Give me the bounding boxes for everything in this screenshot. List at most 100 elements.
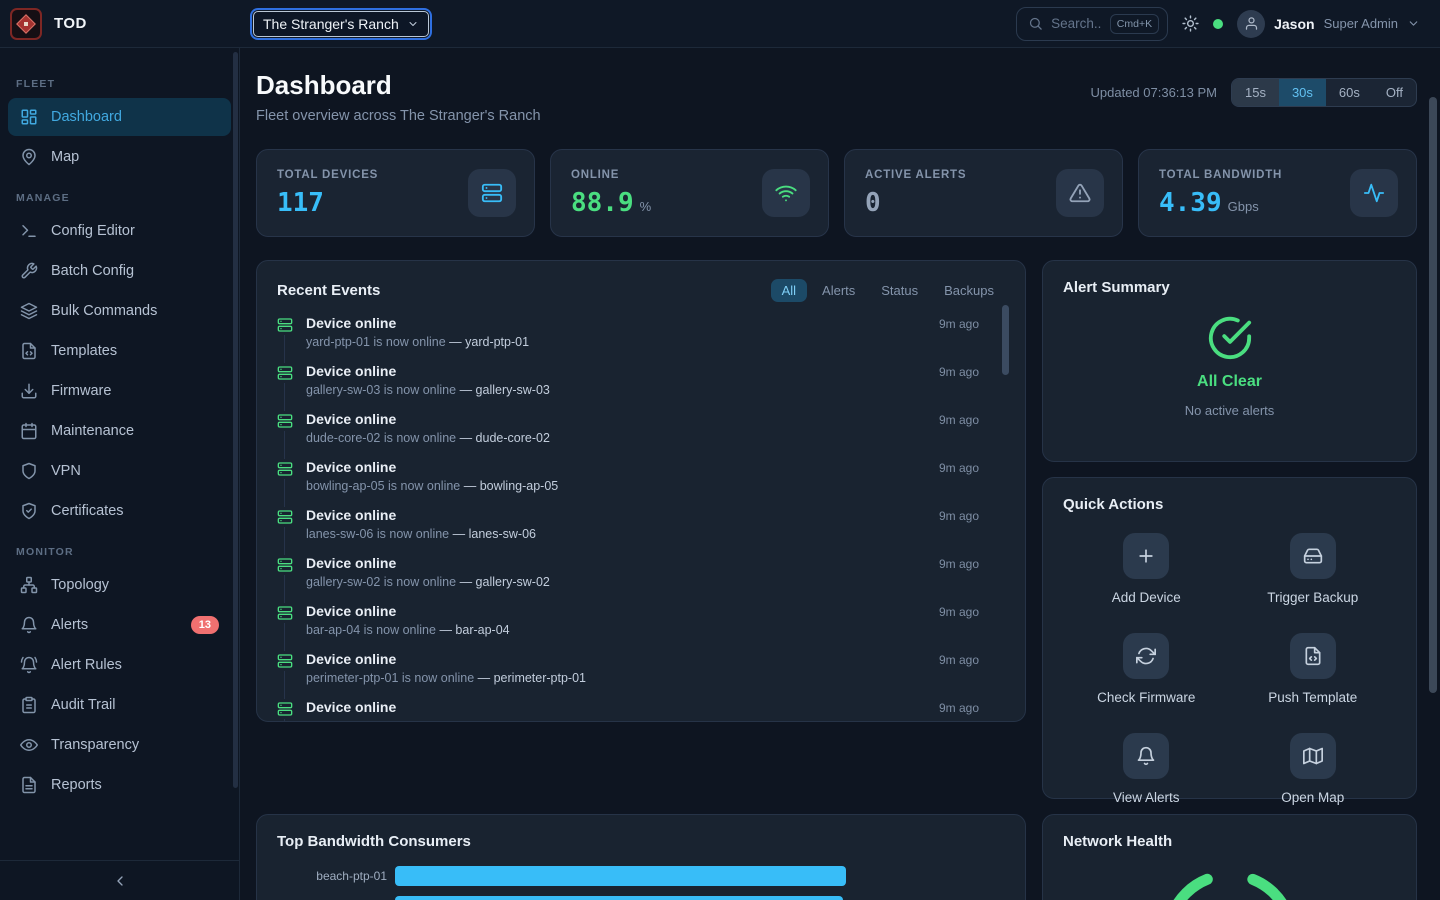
event-detail-text: yard-ptp-01 is now online xyxy=(306,335,446,349)
eye-icon xyxy=(20,736,38,754)
server-icon xyxy=(277,603,293,623)
bandwidth-bar xyxy=(395,866,846,886)
activity-icon xyxy=(1350,169,1398,217)
sidebar-item-alert-rules[interactable]: Alert Rules xyxy=(8,646,231,684)
refresh-option-off[interactable]: Off xyxy=(1373,79,1416,106)
updated-timestamp: Updated 07:36:13 PM xyxy=(1091,85,1217,100)
avatar xyxy=(1237,10,1265,38)
quick-action-view-alerts[interactable]: View Alerts xyxy=(1113,733,1180,805)
alert-triangle-icon xyxy=(1056,169,1104,217)
quick-action-trigger-backup[interactable]: Trigger Backup xyxy=(1267,533,1358,605)
wifi-icon xyxy=(762,169,810,217)
events-scrollbar[interactable] xyxy=(1002,305,1009,375)
event-detail-ref: — lanes-sw-06 xyxy=(453,527,536,541)
event-time: 9m ago xyxy=(939,557,1005,571)
sidebar-item-label: Templates xyxy=(51,343,117,359)
tab-backups[interactable]: Backups xyxy=(933,279,1005,302)
event-detail-ref: — perimeter-ptp-01 xyxy=(478,671,586,685)
search-placeholder: Search... xyxy=(1051,16,1102,31)
sun-icon xyxy=(1182,15,1199,32)
sidebar-section-label: MANAGE xyxy=(0,192,239,204)
event-detail-text: bowling-ap-05 is now online xyxy=(306,479,460,493)
sidebar-item-map[interactable]: Map xyxy=(8,138,231,176)
bandwidth-consumers-panel: Top Bandwidth Consumers beach-ptp-01bar-… xyxy=(256,814,1026,900)
quick-action-push-template[interactable]: Push Template xyxy=(1268,633,1357,705)
sidebar-item-label: Transparency xyxy=(51,737,139,753)
org-selector-value: The Stranger's Ranch xyxy=(263,16,399,32)
event-time: 9m ago xyxy=(939,653,1005,667)
page-header: Dashboard Fleet overview across The Stra… xyxy=(256,70,1417,124)
main-scrollbar[interactable] xyxy=(1429,97,1437,693)
file-text-icon xyxy=(20,776,38,794)
sidebar-collapse-button[interactable] xyxy=(0,860,239,900)
search-icon xyxy=(1028,16,1043,31)
stats-grid: TOTAL DEVICES117ONLINE88.9%ACTIVE ALERTS… xyxy=(256,149,1417,237)
search-input[interactable]: Search... Cmd+K xyxy=(1016,7,1168,41)
sidebar-item-label: VPN xyxy=(51,463,81,479)
sidebar-item-label: Firmware xyxy=(51,383,111,399)
event-detail-text: dude-core-02 is now online xyxy=(306,431,456,445)
calendar-icon xyxy=(20,422,38,440)
event-time: 9m ago xyxy=(939,365,1005,379)
quick-action-check-firmware[interactable]: Check Firmware xyxy=(1097,633,1195,705)
event-title: Device online xyxy=(306,603,396,619)
event-time: 9m ago xyxy=(939,701,1005,715)
event-detail-ref: — gallery-sw-03 xyxy=(460,383,550,397)
sidebar-scrollbar[interactable] xyxy=(233,52,238,788)
org-selector-dropdown[interactable]: The Stranger's Ranch xyxy=(253,11,429,37)
sidebar-item-config-editor[interactable]: Config Editor xyxy=(8,212,231,250)
event-detail: bar-ap-04 is now online — bar-ap-04 xyxy=(306,623,1005,637)
stat-value: 117 xyxy=(277,188,324,218)
sidebar-item-reports[interactable]: Reports xyxy=(8,766,231,804)
bandwidth-bar-label: beach-ptp-01 xyxy=(277,869,387,883)
quick-actions-title: Quick Actions xyxy=(1063,496,1163,513)
event-detail-text: gallery-sw-03 is now online xyxy=(306,383,456,397)
quick-action-open-map[interactable]: Open Map xyxy=(1281,733,1344,805)
recent-events-panel: Recent Events AllAlertsStatusBackups Dev… xyxy=(256,260,1026,722)
alert-status-text: All Clear xyxy=(1197,373,1262,391)
quick-action-label: Trigger Backup xyxy=(1267,590,1358,605)
sidebar-item-label: Alerts xyxy=(51,617,88,633)
sidebar-item-batch-config[interactable]: Batch Config xyxy=(8,252,231,290)
event-detail-ref: — yard-ptp-01 xyxy=(449,335,529,349)
page-subtitle: Fleet overview across The Stranger's Ran… xyxy=(256,108,541,124)
sidebar-item-label: Bulk Commands xyxy=(51,303,157,319)
user-menu[interactable]: Jason Super Admin xyxy=(1237,10,1420,38)
theme-toggle-button[interactable] xyxy=(1182,15,1199,32)
network-health-panel: Network Health 88 xyxy=(1042,814,1417,900)
server-icon xyxy=(277,555,293,575)
server-icon xyxy=(277,411,293,431)
tab-status[interactable]: Status xyxy=(870,279,929,302)
refresh-option-30s[interactable]: 30s xyxy=(1279,79,1326,106)
sidebar-item-firmware[interactable]: Firmware xyxy=(8,372,231,410)
sidebar-item-templates[interactable]: Templates xyxy=(8,332,231,370)
alerts-count-badge: 13 xyxy=(191,616,219,634)
sidebar-item-topology[interactable]: Topology xyxy=(8,566,231,604)
quick-action-add-device[interactable]: Add Device xyxy=(1112,533,1181,605)
sidebar-item-maintenance[interactable]: Maintenance xyxy=(8,412,231,450)
map-pin-icon xyxy=(20,148,38,166)
brand: TOD xyxy=(0,8,240,40)
sidebar-item-vpn[interactable]: VPN xyxy=(8,452,231,490)
sidebar-item-dashboard[interactable]: Dashboard xyxy=(8,98,231,136)
sidebar-item-bulk-commands[interactable]: Bulk Commands xyxy=(8,292,231,330)
tab-all[interactable]: All xyxy=(771,279,807,302)
bell-icon xyxy=(20,616,38,634)
event-time: 9m ago xyxy=(939,461,1005,475)
sidebar-item-audit-trail[interactable]: Audit Trail xyxy=(8,686,231,724)
shield-check-icon xyxy=(20,502,38,520)
quick-action-label: View Alerts xyxy=(1113,790,1180,805)
tab-alerts[interactable]: Alerts xyxy=(811,279,866,302)
refresh-option-15s[interactable]: 15s xyxy=(1232,79,1279,106)
sidebar-item-alerts[interactable]: Alerts 13 xyxy=(8,606,231,644)
event-list: Device online 9m ago yard-ptp-01 is now on… xyxy=(277,315,1005,722)
chevron-left-icon xyxy=(112,873,128,889)
sidebar-item-transparency[interactable]: Transparency xyxy=(8,726,231,764)
event-detail-text: lanes-sw-06 is now online xyxy=(306,527,449,541)
refresh-option-60s[interactable]: 60s xyxy=(1326,79,1373,106)
event-title: Device online xyxy=(306,459,396,475)
sidebar-section-label: MONITOR xyxy=(0,546,239,558)
sidebar-item-certificates[interactable]: Certificates xyxy=(8,492,231,530)
network-health-gauge: 88 xyxy=(1155,862,1305,900)
sidebar-item-label: Config Editor xyxy=(51,223,135,239)
